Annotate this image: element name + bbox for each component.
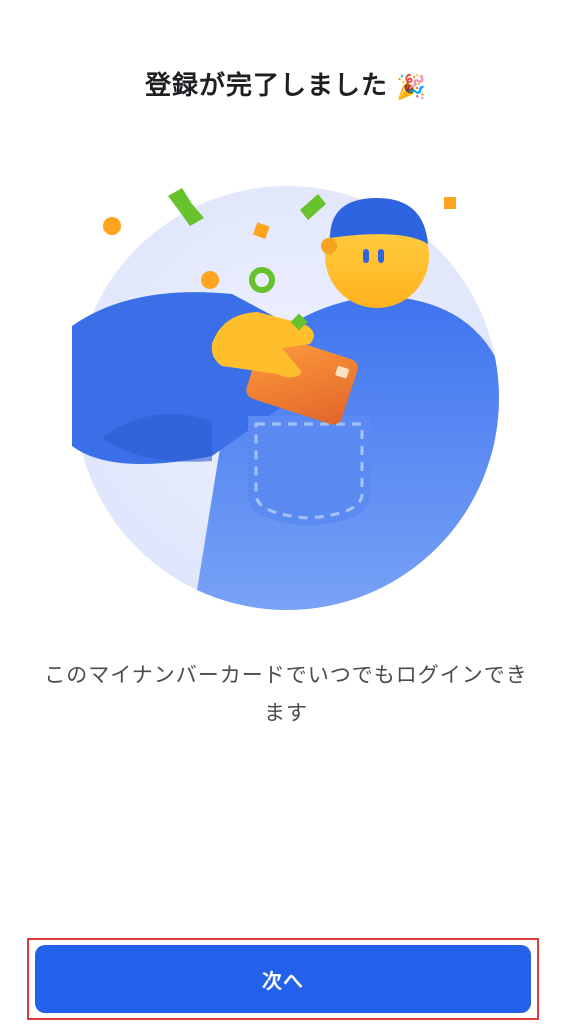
completion-illustration xyxy=(72,186,499,610)
party-popper-icon: 🎉 xyxy=(396,72,427,101)
completion-message: このマイナンバーカードでいつでもログインできます xyxy=(44,663,528,725)
page-title-text: 登録が完了しました xyxy=(145,71,389,101)
next-button-highlight: 次へ xyxy=(27,938,539,1020)
page-title: 登録が完了しました 🎉 xyxy=(0,66,572,107)
next-button[interactable]: 次へ xyxy=(35,945,531,1013)
